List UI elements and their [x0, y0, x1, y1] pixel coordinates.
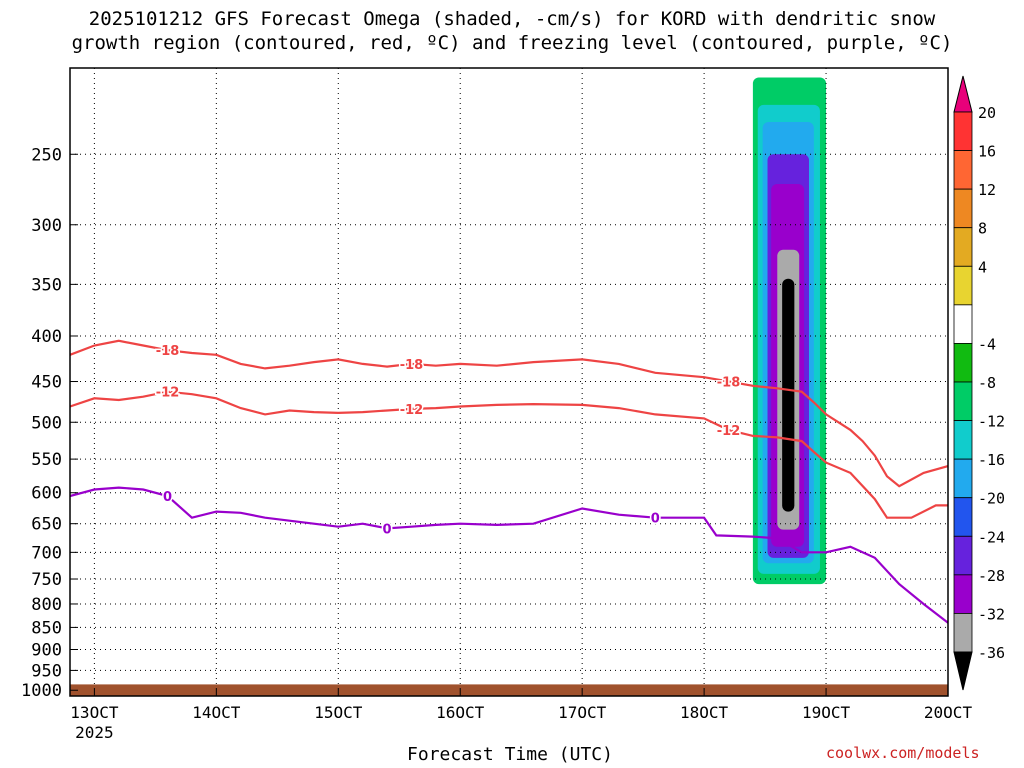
x-axis-label: Forecast Time (UTC): [407, 744, 613, 765]
y-tick-label-550: 550: [31, 450, 62, 470]
colorbar-block-0: [953, 111, 973, 151]
credit-link[interactable]: coolwx.com/models: [826, 744, 980, 762]
colorbar-block-9: [953, 458, 973, 499]
colorbar-label-7: -12: [978, 413, 1005, 431]
colorbar-label-11: -28: [978, 567, 1005, 585]
colorbar-label-5: -4: [978, 335, 996, 353]
colorbar-label-1: 16: [978, 143, 996, 161]
colorbar-block-7: [953, 381, 973, 421]
colorbar-block-3: [953, 227, 973, 267]
contour-label-0-2: -18: [717, 376, 741, 391]
colorbar-label-8: -16: [978, 451, 1005, 469]
colorbar-label-2: 12: [978, 181, 996, 199]
colorbar-block-4: [953, 265, 973, 306]
colorbar-block-8: [953, 420, 973, 460]
x-tick-label-15OCT: 15OCT: [314, 703, 363, 722]
colorbar-label-3: 8: [978, 220, 987, 238]
colorbar-block-1: [953, 150, 973, 190]
x-tick-label-17OCT: 17OCT: [558, 703, 607, 722]
colorbar-label-13: -36: [978, 644, 1005, 662]
ground-terrain: [70, 684, 948, 696]
x-tick-label-13OCT: 13OCT: [70, 703, 119, 722]
y-tick-label-900: 900: [31, 641, 62, 661]
colorbar-block-11: [953, 535, 973, 576]
colorbar-block-2: [953, 188, 973, 229]
contour-label-2-1: 0: [383, 522, 392, 537]
colorbar: 20 16 12 8 4 -4 -8 -12 -16 -20 -24 -28 -32 -36: [953, 75, 1005, 691]
colorbar-arrow-bottom: [953, 651, 973, 691]
y-tick-label-350: 350: [31, 275, 62, 295]
y-tick-label-500: 500: [31, 413, 62, 433]
contour-label-2-0: 0: [163, 490, 172, 505]
contour-label-0-0: -18: [156, 344, 180, 359]
y-tick-label-250: 250: [31, 145, 62, 165]
y-tick-label-450: 450: [31, 373, 62, 393]
colorbar-block-5: [953, 304, 973, 344]
y-tick-label-650: 650: [31, 515, 62, 535]
y-tick-label-750: 750: [31, 570, 62, 590]
y-tick-label-800: 800: [31, 595, 62, 615]
y-tick-label-950: 950: [31, 661, 62, 681]
colorbar-label-4: 4: [978, 258, 987, 276]
y-tick-label-600: 600: [31, 484, 62, 504]
contour-label-1-1: -12: [400, 403, 424, 418]
colorbar-label-0: 20: [978, 104, 996, 122]
y-tick-label-400: 400: [31, 327, 62, 347]
y-tick-label-850: 850: [31, 618, 62, 638]
x-tick-label-18OCT: 18OCT: [680, 703, 729, 722]
colorbar-block-6: [953, 343, 973, 383]
x-tick-label-16OCT: 16OCT: [436, 703, 485, 722]
colorbar-block-10: [953, 497, 973, 537]
y-tick-label-300: 300: [31, 216, 62, 236]
colorbar-arrow-top: [953, 75, 973, 113]
contour-label-1-2: -12: [717, 424, 741, 439]
chart-canvas: -18 -18 -18 -12 -12 -12 0 0 0 13OCT 14OCT 15OCT 16O…: [21, 67, 1005, 742]
omega-shading: [752, 77, 827, 585]
contour-label-2-2: 0: [651, 512, 660, 527]
colorbar-block-13: [953, 613, 973, 653]
ground-fill: [70, 684, 948, 696]
omega-region--36: [782, 278, 795, 512]
y-tick-label-1000: 1000: [21, 681, 62, 701]
x-year-label: 2025: [75, 723, 114, 742]
x-tick-label-19OCT: 19OCT: [802, 703, 851, 722]
colorbar-label-6: -8: [978, 374, 996, 392]
y-tick-label-700: 700: [31, 543, 62, 563]
colorbar-label-12: -32: [978, 605, 1005, 623]
contour-label-1-0: -12: [156, 386, 180, 401]
x-tick-label-14OCT: 14OCT: [192, 703, 241, 722]
x-tick-label-20OCT: 20OCT: [924, 703, 973, 722]
contour-label-0-1: -18: [400, 358, 424, 373]
colorbar-label-9: -20: [978, 490, 1005, 508]
colorbar-label-10: -24: [978, 528, 1005, 546]
colorbar-block-12: [953, 574, 973, 614]
